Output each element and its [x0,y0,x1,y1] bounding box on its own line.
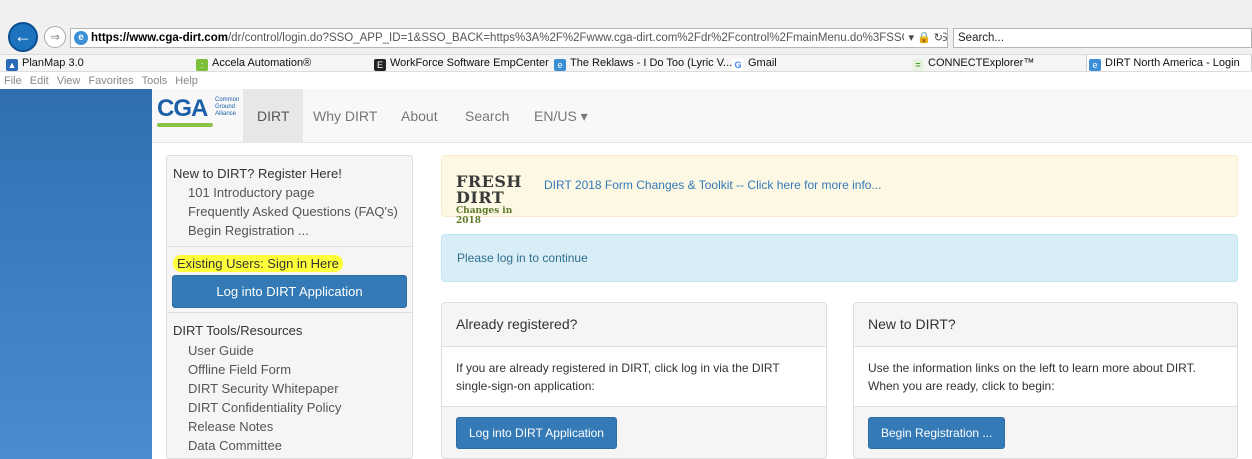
favorite-workforce[interactable]: E WorkForce Software EmpCenter [372,55,549,71]
panel-body: If you are already registered in DIRT, c… [442,347,826,407]
favorite-label: Gmail [748,57,777,69]
favorites-bar: ▲ PlanMap 3.0 : Accela Automation® E WorkFo… [0,54,1252,72]
favorite-accela[interactable]: : Accela Automation® [194,55,311,71]
sidebar-register-heading[interactable]: New to DIRT? Register Here! [167,164,412,183]
address-bar[interactable]: e https://www.cga-dirt.com/dr/control/log… [70,28,948,48]
ie-icon: e [74,31,88,45]
panel-heading: Already registered? [442,303,826,347]
sidebar-login-button[interactable]: Log into DIRT Application [172,275,407,308]
fresh-dirt-subtitle: Changes in 2018 [456,206,513,226]
ie-icon: e [1089,59,1101,71]
sidebar-link-intro[interactable]: 101 Introductory page [167,183,412,202]
fresh-dirt-logo: FRESH DIRT Changes in 2018 [456,172,540,227]
ie-icon: e [554,59,566,71]
panel-already-registered: Already registered? If you are already r… [441,302,827,459]
panel-footer: Log into DIRT Application [442,407,826,458]
page-side-background [0,89,152,459]
favorite-label: Accela Automation® [212,57,312,69]
panel-footer: Begin Registration ... [854,407,1237,458]
favorite-label: WorkForce Software EmpCenter [390,57,549,69]
menu-edit[interactable]: Edit [30,75,49,87]
sidebar: New to DIRT? Register Here! 101 Introduc… [166,155,413,459]
nav-about[interactable]: About [387,89,452,143]
site-navbar: CGA Common Ground Alliance DIRT Why DIRT… [152,89,1252,143]
panel-body: Use the information links on the left to… [854,347,1237,407]
nav-language-dropdown[interactable]: EN/US ▾ [520,89,602,143]
menu-tools[interactable]: Tools [142,75,168,87]
menu-view[interactable]: View [57,75,81,87]
begin-registration-button[interactable]: Begin Registration ... [868,417,1006,449]
sidebar-link-data-committee[interactable]: Data Committee [167,436,412,455]
back-arrow-icon[interactable]: ← [8,22,38,52]
favorite-gmail[interactable]: G Gmail [730,55,777,71]
lock-icon: 🔒 [917,32,931,44]
menu-help[interactable]: Help [175,75,198,87]
workforce-icon: E [374,59,386,71]
nav-why-dirt[interactable]: Why DIRT [299,89,391,143]
favorite-reklaws[interactable]: e The Reklaws - I Do Too (Lyric V... [552,55,732,71]
logo-text: CGA [157,95,208,122]
menu-file[interactable]: File [4,75,22,87]
favorite-label: PlanMap 3.0 [22,57,84,69]
accela-icon: : [196,59,208,71]
nav-search[interactable]: Search [451,89,523,143]
sidebar-link-begin-registration[interactable]: Begin Registration ... [167,221,412,240]
menu-favorites[interactable]: Favorites [88,75,133,87]
fresh-dirt-title: FRESH DIRT [456,172,523,207]
logo-tagline: Common Ground Alliance [215,97,240,117]
url-host: https://www.cga-dirt.com [91,32,228,44]
login-info-text: Please log in to continue [457,251,588,265]
sidebar-link-security-whitepaper[interactable]: DIRT Security Whitepaper [167,379,412,398]
sidebar-link-faq[interactable]: Frequently Asked Questions (FAQ's) [167,202,412,221]
nav-dirt[interactable]: DIRT [243,89,304,143]
panel-login-button[interactable]: Log into DIRT Application [456,417,617,449]
sidebar-tools-heading: DIRT Tools/Resources [173,323,303,338]
browser-menu-bar: File Edit View Favorites Tools Help [0,73,1252,89]
forward-arrow-icon[interactable]: ⇒ [44,26,66,48]
refresh-icon[interactable]: ↻ [934,32,943,44]
url-path: /dr/control/login.do?SSO_APP_ID=1&SSO_BA… [227,32,948,44]
favorite-connect[interactable]: = CONNECTExplorer™ [910,55,1034,71]
planmap-icon: ▲ [6,59,18,71]
sidebar-existing-heading: Existing Users: Sign in Here [173,255,343,272]
form-changes-link[interactable]: DIRT 2018 Form Changes & Toolkit -- Clic… [544,178,881,192]
favorite-label: The Reklaws - I Do Too (Lyric V... [570,57,733,69]
sidebar-tools-section: DIRT Tools/Resources User Guide Offline … [167,313,412,459]
google-icon: G [732,59,744,71]
favorite-label: DIRT North America - Login [1105,57,1240,69]
sidebar-link-release-notes[interactable]: Release Notes [167,417,412,436]
favorite-label: CONNECTExplorer™ [928,57,1035,69]
favorite-dirt-login[interactable]: e DIRT North America - Login [1086,55,1252,71]
sidebar-existing-section: Existing Users: Sign in Here Log into DI… [167,247,412,313]
browser-search-input[interactable]: Search... [953,28,1252,48]
panel-heading: New to DIRT? [854,303,1237,347]
favorite-planmap[interactable]: ▲ PlanMap 3.0 [4,55,84,71]
sidebar-link-user-guide[interactable]: User Guide [167,341,412,360]
panel-new-to-dirt: New to DIRT? Use the information links o… [853,302,1238,459]
sidebar-link-confidentiality[interactable]: DIRT Confidentiality Policy [167,398,412,417]
connect-icon: = [912,59,924,71]
sidebar-link-offline-form[interactable]: Offline Field Form [167,360,412,379]
login-info-alert: Please log in to continue [441,234,1238,282]
sidebar-new-section: New to DIRT? Register Here! 101 Introduc… [167,156,412,247]
browser-toolbar: ← ⇒ e https://www.cga-dirt.com/dr/control… [0,0,1252,54]
logo-swoosh [157,123,213,127]
address-controls[interactable]: ▾ 🔒 ↻ [904,29,943,47]
cga-logo[interactable]: CGA Common Ground Alliance [157,95,245,127]
fresh-dirt-notice: FRESH DIRT Changes in 2018 DIRT 2018 For… [441,155,1238,226]
